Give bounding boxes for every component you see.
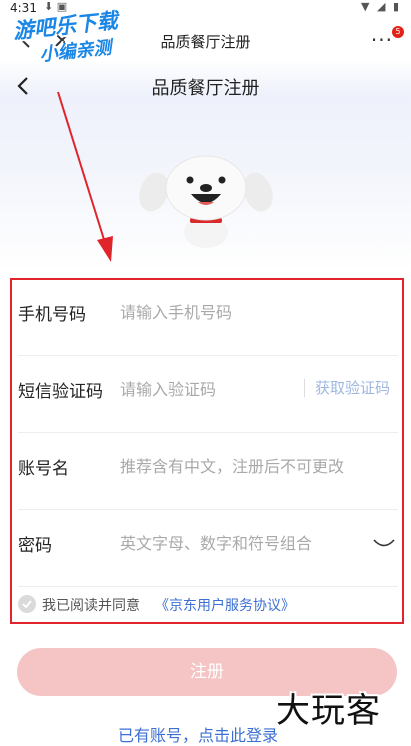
checkmark-icon: [22, 600, 32, 609]
sms-code-label: 短信验证码: [18, 382, 103, 402]
corner-watermark: 大玩客: [276, 691, 381, 731]
notification-badge: 5: [392, 26, 404, 38]
registration-form: 手机号码 短信验证码 获取验证码 账号名 密码 我已阅读并同意 《京东用户服务协…: [10, 278, 404, 624]
page-header: 品质餐厅注册: [0, 64, 411, 108]
sms-code-row: 短信验证码 获取验证码: [18, 357, 398, 433]
account-label: 账号名: [18, 459, 69, 479]
eye-closed-icon[interactable]: [372, 537, 396, 549]
phone-row: 手机号码: [18, 280, 398, 356]
account-row: 账号名: [18, 434, 398, 510]
password-row: 密码: [18, 511, 398, 587]
dog-mascot-icon: [139, 155, 273, 248]
page-title: 品质餐厅注册: [151, 78, 260, 99]
account-input[interactable]: [120, 453, 390, 479]
agreement-link[interactable]: 《京东用户服务协议》: [155, 595, 295, 615]
password-label: 密码: [18, 536, 52, 556]
signal-battery-icons: ▼ ◢ ▮: [361, 0, 401, 13]
login-link[interactable]: 已有账号，点击此登录: [118, 722, 278, 746]
phone-input[interactable]: [120, 299, 390, 325]
agree-checkbox[interactable]: [18, 595, 36, 613]
get-code-button[interactable]: 获取验证码: [303, 379, 390, 397]
password-input[interactable]: [120, 530, 360, 556]
sms-code-input[interactable]: [120, 376, 290, 402]
phone-label: 手机号码: [18, 305, 86, 325]
agreement-text: 我已阅读并同意: [42, 598, 140, 614]
more-menu-icon[interactable]: ···: [371, 28, 393, 52]
